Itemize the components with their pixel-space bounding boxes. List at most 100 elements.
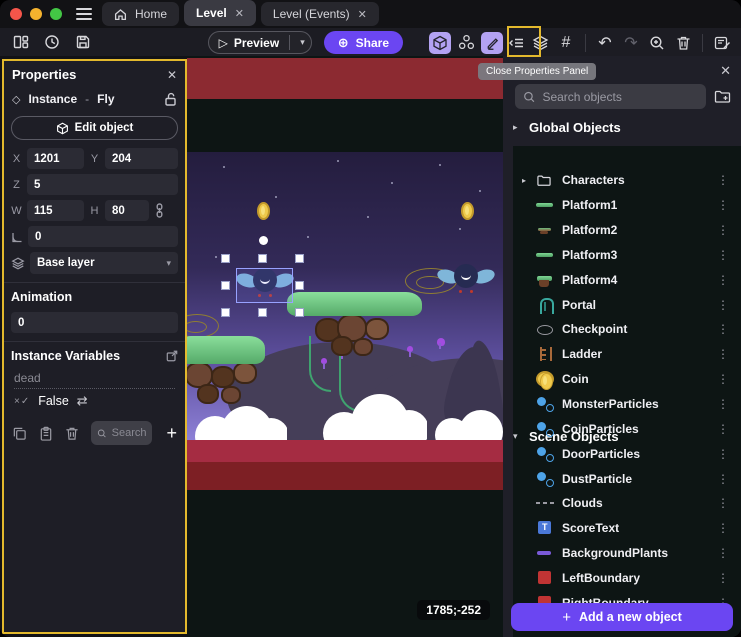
- redo-icon[interactable]: ↷: [620, 32, 642, 54]
- undo-icon[interactable]: ↶: [594, 32, 616, 54]
- add-variable-button[interactable]: +: [166, 423, 177, 444]
- paste-clipboard-icon[interactable]: [39, 426, 53, 441]
- selection-handle[interactable]: [258, 308, 267, 317]
- trash-icon[interactable]: [672, 32, 694, 54]
- kebab-menu-icon[interactable]: ⋮: [717, 198, 729, 212]
- selection-handle[interactable]: [221, 308, 230, 317]
- kebab-menu-icon[interactable]: ⋮: [717, 521, 729, 535]
- 3d-view-toggle-icon[interactable]: [429, 32, 451, 54]
- close-objects-panel-icon[interactable]: ✕: [720, 63, 731, 79]
- object-row-platform1[interactable]: Platform1⋮: [503, 193, 741, 218]
- object-row-dustparticle[interactable]: DustParticle⋮: [503, 466, 741, 491]
- object-row-clouds[interactable]: Clouds⋮: [503, 491, 741, 516]
- kebab-menu-icon[interactable]: ⋮: [717, 472, 729, 486]
- kebab-menu-icon[interactable]: ⋮: [717, 372, 729, 386]
- object-row-coin[interactable]: Coin⋮: [503, 367, 741, 392]
- x-position-field[interactable]: [27, 148, 84, 169]
- close-tab-icon[interactable]: ✕: [358, 8, 367, 21]
- add-new-object-button[interactable]: + Add a new object: [511, 603, 733, 631]
- kebab-menu-icon[interactable]: ⋮: [717, 571, 729, 585]
- object-row-characters[interactable]: ▸ Characters ⋮: [503, 168, 741, 193]
- object-row-ladder[interactable]: Ladder⋮: [503, 342, 741, 367]
- rotation-handle[interactable]: [259, 236, 268, 245]
- edit-pencil-icon[interactable]: [481, 32, 503, 54]
- scene-canvas[interactable]: 1785;-252: [187, 56, 503, 637]
- zoom-icon[interactable]: [646, 32, 668, 54]
- kebab-menu-icon[interactable]: ⋮: [717, 298, 729, 312]
- edit-object-button[interactable]: Edit object: [11, 116, 178, 140]
- history-clock-icon[interactable]: [41, 31, 63, 53]
- preview-button[interactable]: ▷ Preview ▾: [208, 31, 312, 54]
- width-field[interactable]: [27, 200, 84, 221]
- selection-handle[interactable]: [258, 254, 267, 263]
- object-row-monsterparticles[interactable]: MonsterParticles⋮: [503, 392, 741, 417]
- object-row-coinparticles[interactable]: CoinParticles⋮: [503, 416, 741, 441]
- fly-sprite[interactable]: [437, 262, 495, 298]
- tab-level-events[interactable]: Level (Events) ✕: [261, 2, 379, 26]
- window-zoom-button[interactable]: [50, 8, 62, 20]
- kebab-menu-icon[interactable]: ⋮: [717, 248, 729, 262]
- add-folder-icon[interactable]: [714, 89, 731, 104]
- object-row-backgroundplants[interactable]: BackgroundPlants⋮: [503, 541, 741, 566]
- delete-variable-icon[interactable]: [65, 426, 79, 441]
- object-row-doorparticles[interactable]: DoorParticles⋮: [503, 441, 741, 466]
- panels-layout-icon[interactable]: [10, 31, 32, 53]
- kebab-menu-icon[interactable]: ⋮: [717, 322, 729, 336]
- layers-icon[interactable]: [529, 32, 551, 54]
- selection-handle[interactable]: [221, 254, 230, 263]
- height-field[interactable]: [105, 200, 149, 221]
- window-close-button[interactable]: [10, 8, 22, 20]
- kebab-menu-icon[interactable]: ⋮: [717, 347, 729, 361]
- selection-handle[interactable]: [295, 281, 304, 290]
- kebab-menu-icon[interactable]: ⋮: [717, 223, 729, 237]
- panel-toggle-icon[interactable]: [507, 32, 525, 54]
- global-objects-group[interactable]: ▸ Global Objects: [513, 120, 731, 135]
- selection-rectangle[interactable]: [236, 268, 293, 303]
- preview-dropdown-icon[interactable]: ▾: [300, 37, 305, 48]
- coin-sprite[interactable]: [461, 202, 474, 220]
- tab-home[interactable]: Home: [102, 2, 179, 26]
- object-row-scoretext[interactable]: ScoreText⋮: [503, 516, 741, 541]
- lock-aspect-ratio-icon[interactable]: [154, 203, 165, 218]
- window-minimize-button[interactable]: [30, 8, 42, 20]
- share-button[interactable]: ⊕ Share: [324, 31, 403, 54]
- objects-search-input[interactable]: [542, 90, 698, 104]
- close-icon[interactable]: ✕: [167, 68, 177, 82]
- save-icon[interactable]: [72, 31, 94, 53]
- copy-icon[interactable]: [12, 426, 27, 441]
- angle-field[interactable]: [28, 226, 178, 247]
- variable-value[interactable]: False: [38, 394, 69, 408]
- y-position-field[interactable]: [105, 148, 178, 169]
- kebab-menu-icon[interactable]: ⋮: [717, 273, 729, 287]
- variables-search-input[interactable]: Search: [91, 421, 152, 445]
- kebab-menu-icon[interactable]: ⋮: [717, 546, 729, 560]
- variable-name[interactable]: dead: [14, 371, 175, 389]
- z-order-field[interactable]: [27, 174, 178, 195]
- events-sheet-icon[interactable]: [711, 32, 733, 54]
- kebab-menu-icon[interactable]: ⋮: [717, 397, 729, 411]
- object-row-leftboundary[interactable]: LeftBoundary⋮: [503, 566, 741, 591]
- kebab-menu-icon[interactable]: ⋮: [717, 496, 729, 510]
- caret-right-icon[interactable]: ▸: [522, 176, 536, 185]
- objects-search-box[interactable]: [515, 84, 706, 109]
- tab-level[interactable]: Level ✕: [184, 0, 256, 26]
- selection-handle[interactable]: [295, 254, 304, 263]
- animation-field[interactable]: [11, 312, 178, 333]
- object-row-portal[interactable]: Portal⋮: [503, 292, 741, 317]
- selection-handle[interactable]: [221, 281, 230, 290]
- grid-icon[interactable]: #: [555, 32, 577, 54]
- kebab-menu-icon[interactable]: ⋮: [717, 447, 729, 461]
- unlock-icon[interactable]: [164, 92, 177, 106]
- toggle-value-icon[interactable]: ⇄: [77, 393, 88, 409]
- menu-icon[interactable]: [76, 8, 92, 20]
- close-tab-icon[interactable]: ✕: [235, 7, 244, 20]
- selection-handle[interactable]: [295, 308, 304, 317]
- object-row-checkpoint[interactable]: Checkpoint⋮: [503, 317, 741, 342]
- coin-sprite[interactable]: [257, 202, 270, 220]
- object-row-platform3[interactable]: Platform3⋮: [503, 243, 741, 268]
- kebab-menu-icon[interactable]: ⋮: [717, 422, 729, 436]
- object-row-platform2[interactable]: Platform2⋮: [503, 218, 741, 243]
- layer-dropdown[interactable]: Base layer ▾: [30, 252, 178, 274]
- object-row-platform4[interactable]: Platform4⋮: [503, 267, 741, 292]
- objects-group-icon[interactable]: [455, 32, 477, 54]
